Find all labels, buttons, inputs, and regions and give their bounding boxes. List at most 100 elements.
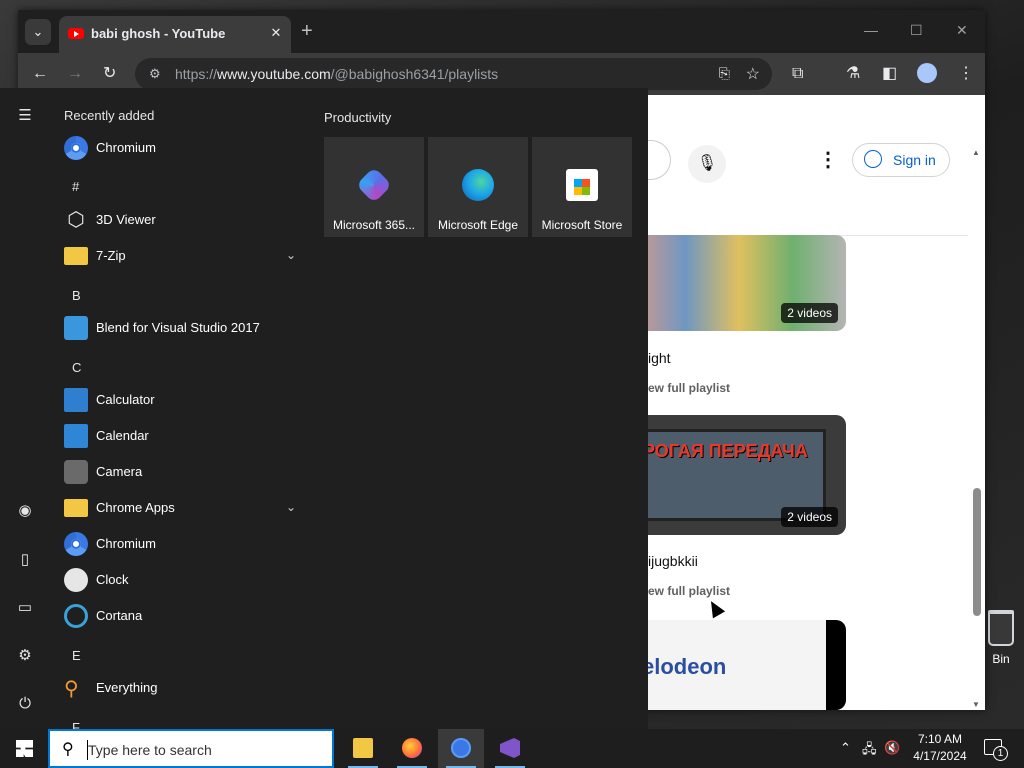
view-full-playlist-link[interactable]: ew full playlist [648,381,730,395]
show-hidden-icons-chevron-icon[interactable]: ⌃ [840,740,851,756]
more-options-icon[interactable]: ⋮ [818,150,838,170]
url-text[interactable]: https://www.youtube.com/@babighosh6341/p… [175,66,498,82]
tab-youtube[interactable]: babi ghosh - YouTube ✕ [59,16,291,53]
tab-strip: ⌄ babi ghosh - YouTube ✕ + — ☐ ✕ [18,10,985,53]
labs-flask-icon[interactable]: ⚗ [846,64,860,84]
url-prefix: https:// [175,66,218,82]
url-path: /@babighosh6341/playlists [330,66,499,82]
settings-gear-icon[interactable]: ⚙ [15,646,35,666]
network-icon[interactable]: 🖧 [862,740,877,762]
app-blend-vs2017[interactable]: Blend for Visual Studio 2017 [64,314,304,344]
youtube-favicon-icon [68,28,84,39]
close-window-button[interactable]: ✕ [956,22,968,39]
app-everything[interactable]: ⚲ Everything [64,674,304,704]
app-name: Blend for Visual Studio 2017 [96,320,260,335]
tab-title: babi ghosh - YouTube [91,26,226,41]
app-name: Cortana [96,608,143,623]
app-calculator[interactable]: Calculator [64,386,304,416]
recycle-bin[interactable]: Bin [984,610,1018,666]
notification-count: 1 [993,746,1008,761]
page-scrollbar[interactable]: ▲ ▼ [972,148,982,709]
section-letter-e[interactable]: E [72,648,81,663]
bookmark-star-icon[interactable]: ☆ [746,64,760,84]
tile-microsoft-365[interactable]: Microsoft 365... [324,137,424,237]
playlist-title[interactable]: ight [648,350,671,366]
reload-icon[interactable]: ↻ [103,64,116,84]
chevron-down-icon[interactable]: ⌄ [286,500,296,514]
documents-icon[interactable]: ▯ [15,550,35,570]
forward-icon[interactable]: → [67,64,83,84]
tile-microsoft-store[interactable]: Microsoft Store [532,137,632,237]
app-chromium[interactable]: Chromium [64,530,304,560]
tab-close-button[interactable]: ✕ [269,25,283,41]
recycle-bin-icon [988,610,1014,646]
app-cortana[interactable]: Cortana [64,602,304,632]
chrome-menu-icon[interactable]: ⋮ [958,64,974,84]
app-chrome-apps-folder[interactable]: Chrome Apps ⌄ [64,494,304,524]
volume-muted-icon[interactable]: 🔇 [884,740,900,756]
sign-in-label: Sign in [893,152,936,168]
microsoft-365-icon [355,166,393,204]
minimize-button[interactable]: — [864,22,878,38]
chevron-down-icon[interactable]: ⌄ [286,248,296,262]
pictures-icon[interactable]: ▭ [15,598,35,618]
app-chromium-recent[interactable]: Chromium [64,134,304,164]
taskbar-firefox[interactable] [389,729,435,768]
scroll-up-icon[interactable]: ▲ [972,148,980,157]
app-3d-viewer[interactable]: ⬡ 3D Viewer [64,206,304,236]
view-full-playlist-link[interactable]: ew full playlist [648,584,730,598]
sign-in-button[interactable]: Sign in [852,143,950,177]
video-count-badge: 2 videos [781,303,838,323]
clock-time: 7:10 AM [917,732,963,746]
back-icon[interactable]: ← [32,64,48,84]
tile-microsoft-edge[interactable]: Microsoft Edge [428,137,528,237]
tab-search-button[interactable]: ⌄ [25,19,51,45]
account-icon [864,150,882,168]
playlist-title[interactable]: ijugbkkii [648,553,698,569]
new-tab-button[interactable]: + [301,21,313,41]
taskbar-file-explorer[interactable] [340,729,386,768]
side-panel-icon[interactable]: ◧ [882,64,897,84]
chromium-icon [64,532,88,556]
app-7zip-folder[interactable]: 7-Zip ⌄ [64,242,304,272]
address-bar[interactable]: ⚙ https://www.youtube.com/@babighosh6341… [135,58,772,90]
taskbar-search-box[interactable]: ⚲ Type here to search [48,729,334,768]
scrollbar-thumb[interactable] [973,488,981,616]
tiles-area: Productivity Microsoft 365... Microsoft … [308,88,648,729]
app-camera[interactable]: Camera [64,458,304,488]
section-letter-hash[interactable]: # [72,179,79,194]
tile-label: Microsoft Store [541,218,623,232]
maximize-button[interactable]: ☐ [910,22,923,39]
microphone-icon[interactable]: 🎙 [688,145,726,183]
profile-avatar-icon[interactable] [917,63,937,83]
windows-start-icon[interactable] [16,740,33,757]
user-account-icon[interactable]: ◉ [15,501,35,521]
section-letter-b[interactable]: B [72,288,81,303]
search-placeholder: Type here to search [88,742,212,758]
section-letter-f[interactable]: F [72,720,80,729]
app-clock[interactable]: Clock [64,566,304,596]
power-icon[interactable]: ⏻ [15,694,35,714]
app-name: Everything [96,680,158,695]
taskbar-visual-studio[interactable] [487,729,533,768]
app-calendar[interactable]: Calendar [64,422,304,452]
notification-center-icon[interactable]: 1 [984,739,1008,761]
extensions-icon[interactable]: ⧉ [792,64,803,84]
taskbar-chromium[interactable] [438,729,484,768]
site-info-icon[interactable]: ⚙ [149,66,161,82]
tile-label: Microsoft 365... [332,218,416,232]
productivity-header: Productivity [324,110,392,125]
system-clock[interactable]: 7:10 AM 4/17/2024 [906,731,974,765]
search-icon: ⚲ [64,678,79,700]
scroll-down-icon[interactable]: ▼ [972,700,980,709]
recycle-bin-label: Bin [992,652,1010,666]
start-rail: ☰ ◉ ▯ ▭ ⚙ ⏻ [0,88,50,729]
section-letter-c[interactable]: C [72,360,81,375]
visual-studio-icon [500,738,520,758]
install-app-icon[interactable]: ⎘ [719,65,730,82]
clock-icon [64,568,88,592]
app-name: Calendar [96,428,149,443]
firefox-icon [402,738,422,758]
hamburger-menu-icon[interactable]: ☰ [15,106,35,126]
camera-icon [64,460,88,484]
